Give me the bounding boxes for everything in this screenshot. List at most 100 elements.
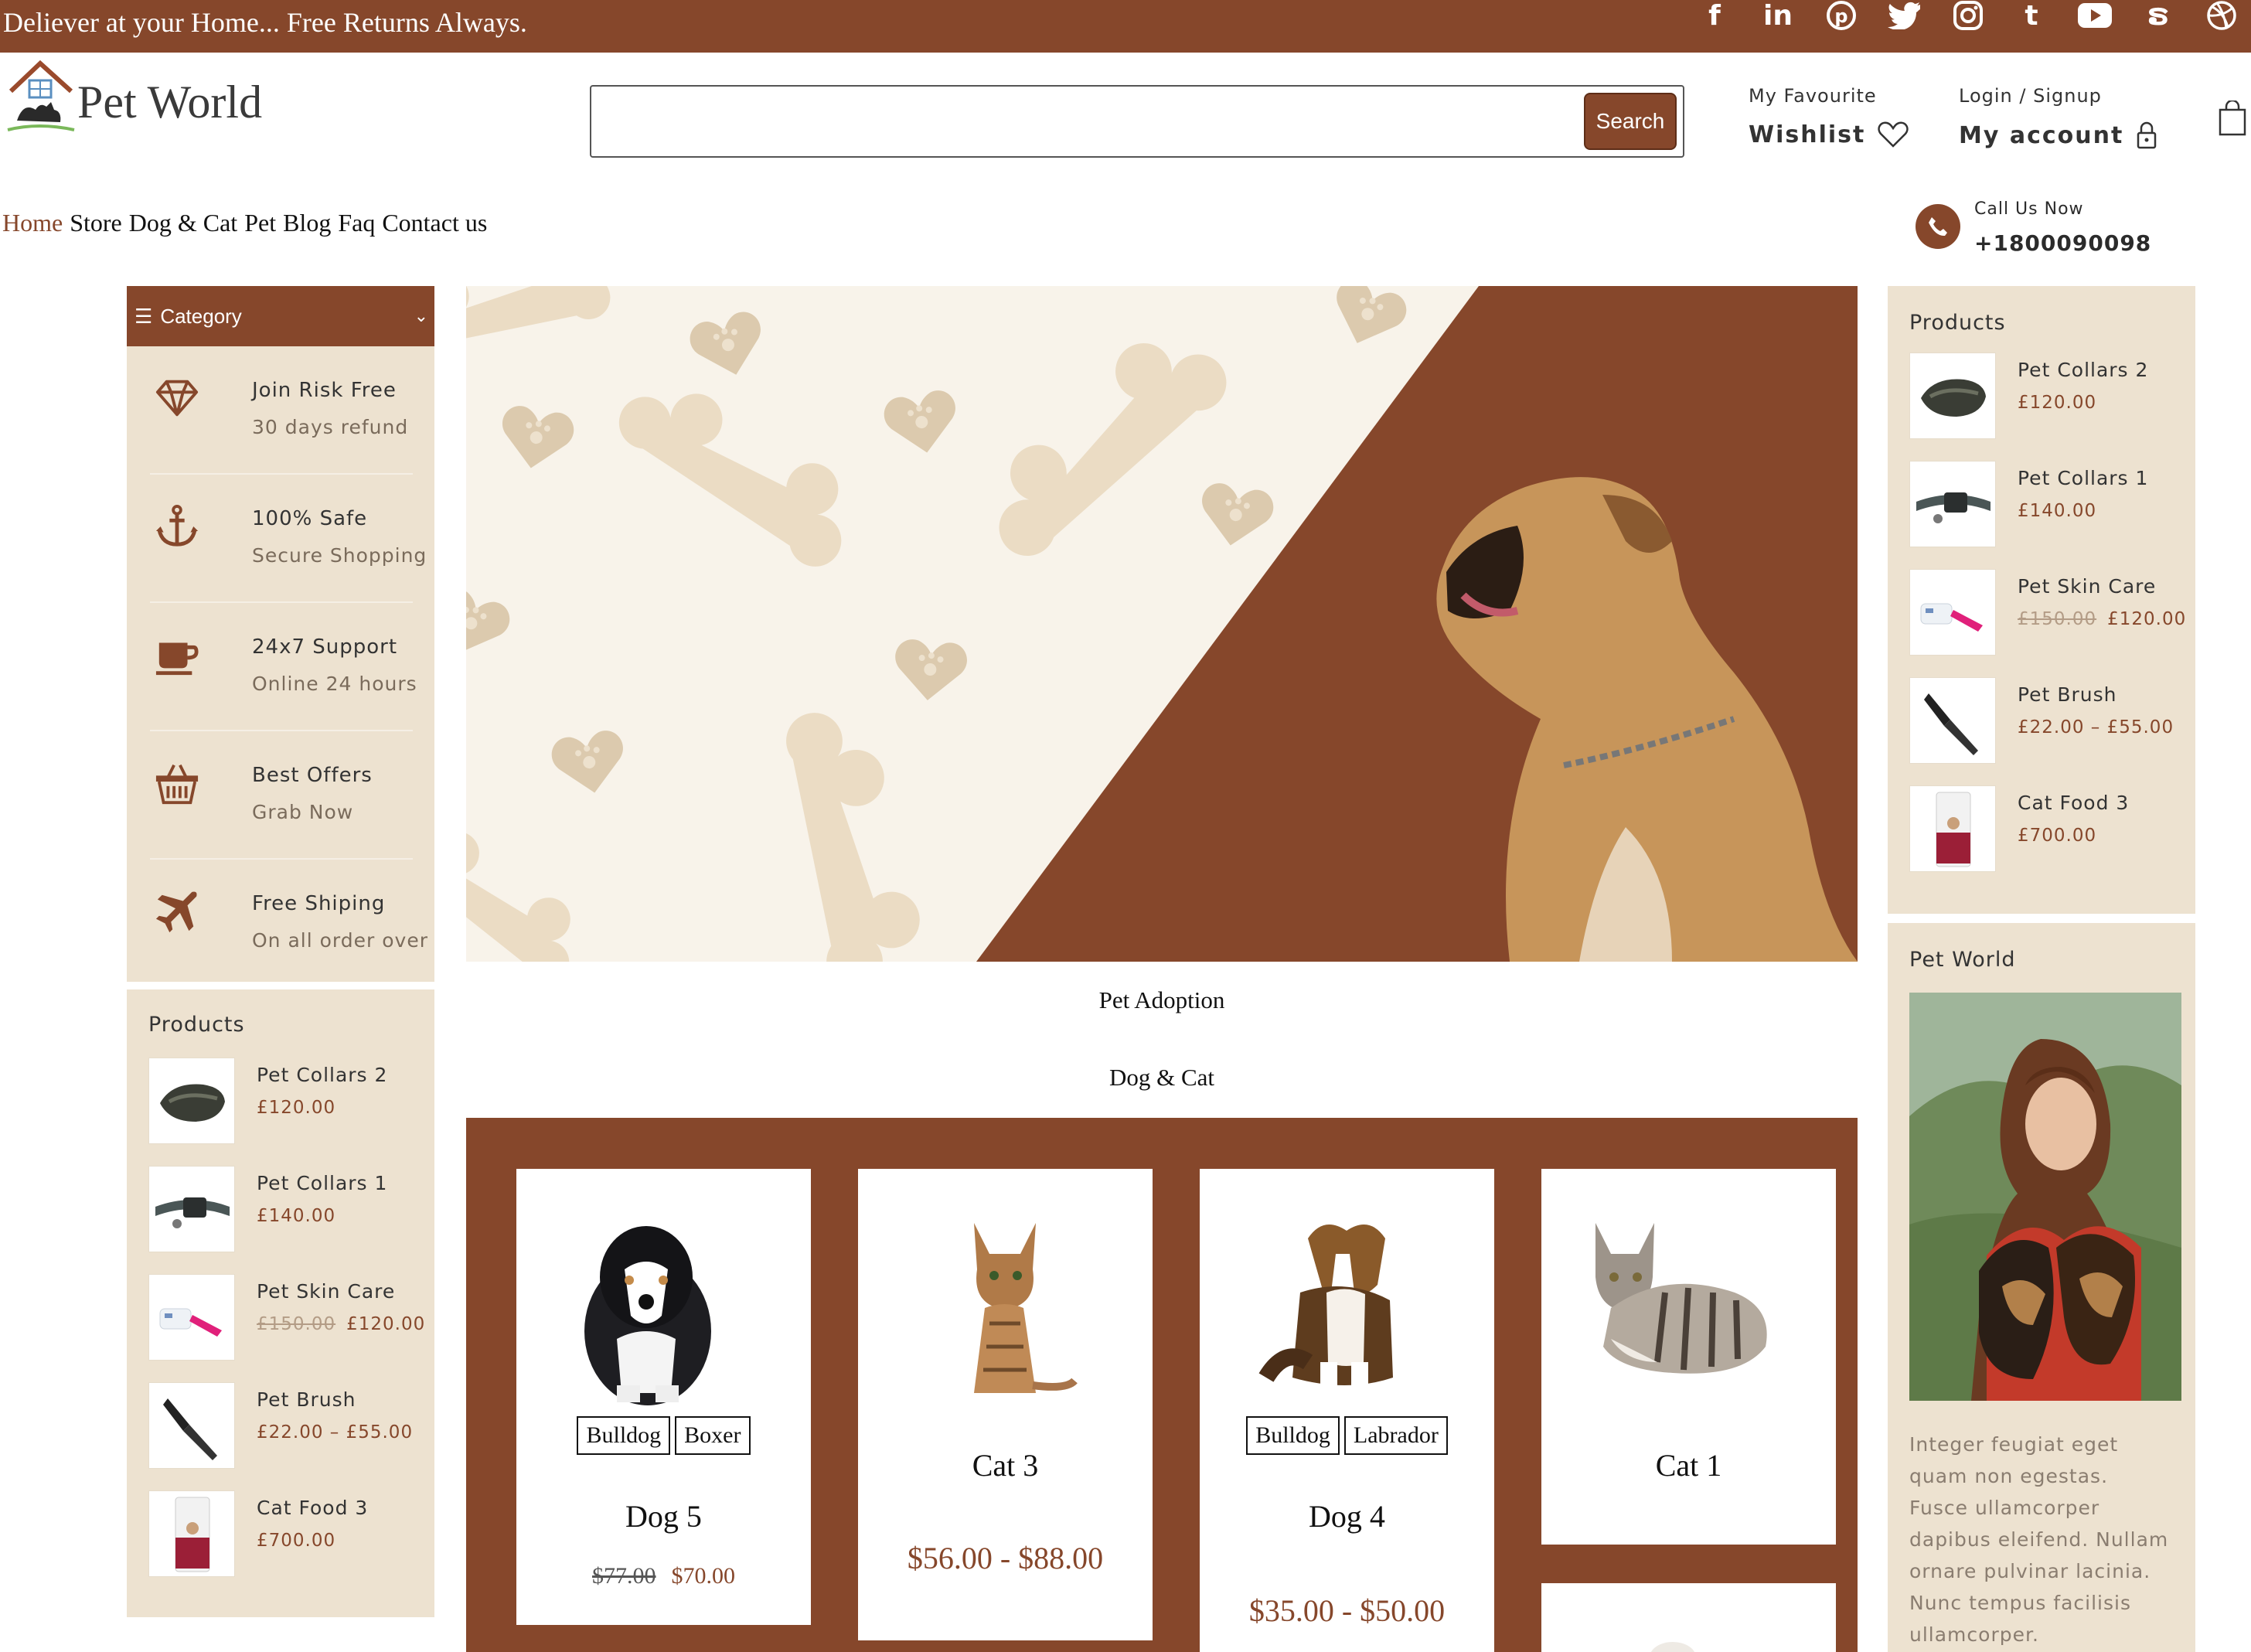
card-price: $56.00 - $88.00	[907, 1541, 1104, 1575]
product-name[interactable]: Pet Skin Care	[257, 1280, 395, 1303]
cat-1-image[interactable]	[1541, 1207, 1836, 1385]
product-thumb[interactable]	[148, 1274, 235, 1361]
products-widget-right: Products Pet Collars 2 £120.00 Pet Colla…	[1888, 286, 2195, 914]
nav-home[interactable]: Home	[2, 209, 63, 237]
product-thumb[interactable]	[148, 1166, 235, 1252]
section-title-dog-cat: Dog & Cat	[1108, 1064, 1215, 1091]
cat-3-image[interactable]	[858, 1207, 1153, 1408]
product-name[interactable]: Cat Food 3	[2018, 792, 2129, 814]
product-item[interactable]: Pet Collars 2 £120.00	[1909, 353, 2172, 439]
product-name[interactable]: Cat Food 3	[257, 1497, 368, 1519]
feature-subtitle: 30 days refund	[252, 416, 409, 438]
product-item[interactable]: Pet Brush £22.00 – £55.00	[148, 1382, 414, 1469]
product-item[interactable]: Cat Food 3 £700.00	[148, 1490, 411, 1577]
card-title[interactable]: Dog 4	[1200, 1498, 1494, 1534]
facebook-icon[interactable]: f	[1693, 0, 1736, 32]
product-item[interactable]: Pet Brush £22.00 – £55.00	[1909, 677, 2174, 764]
product-item[interactable]: Pet Collars 1 £140.00	[148, 1166, 411, 1252]
wishlist-small-label: My Favourite	[1749, 85, 1877, 107]
card-title[interactable]: Cat 1	[1541, 1447, 1836, 1483]
tumblr-icon[interactable]: t	[2010, 0, 2053, 32]
product-name[interactable]: Pet Collars 1	[257, 1172, 387, 1194]
product-name[interactable]: Pet Skin Care	[2018, 575, 2156, 598]
section-title-adoption: Pet Adoption	[1098, 986, 1225, 1013]
product-thumb[interactable]	[1909, 569, 1996, 656]
main-nav: Home Store Dog & Cat Pet Blog Faq Contac…	[2, 209, 487, 237]
account-label: My account	[1959, 121, 2124, 149]
features-panel: Join Risk Free 30 days refund 100% Safe …	[127, 346, 434, 982]
card-title[interactable]: Cat 3	[858, 1447, 1153, 1483]
product-item[interactable]: Cat Food 3 £700.00	[1909, 785, 2172, 872]
dribbble-icon[interactable]	[2200, 0, 2243, 31]
product-thumb[interactable]	[1909, 785, 1996, 872]
cart-icon[interactable]	[2219, 100, 2246, 136]
feature-title: Join Risk Free	[252, 379, 397, 402]
product-card-cat-1[interactable]: Cat 1	[1541, 1169, 1836, 1545]
tag-bulldog[interactable]: Bulldog	[577, 1416, 671, 1455]
product-item[interactable]: Pet Collars 1 £140.00	[1909, 461, 2172, 547]
wishlist-link[interactable]: My Favourite Wishlist	[1749, 85, 1909, 148]
nav-contact[interactable]: Contact us	[382, 209, 487, 237]
product-sale-price: £120.00	[2107, 609, 2187, 629]
product-card-dog-4[interactable]: Bulldog Labrador Dog 4 $35.00 - $50.00	[1200, 1169, 1494, 1652]
product-price: £150.00 £120.00	[257, 1314, 425, 1334]
pinterest-icon[interactable]: p	[1820, 0, 1863, 31]
product-name[interactable]: Pet Collars 1	[2018, 467, 2148, 489]
basket-icon	[155, 764, 199, 805]
product-price: £700.00	[2018, 826, 2097, 846]
product-thumb[interactable]	[148, 1382, 235, 1469]
product-card-dog-5[interactable]: Bulldog Boxer Dog 5 $77.00 $70.00	[516, 1169, 811, 1625]
product-name[interactable]: Pet Brush	[2018, 683, 2116, 706]
account-link[interactable]: Login / Signup My account	[1959, 85, 2157, 150]
menu-icon: ☰	[135, 304, 153, 328]
products-widget-title: Products	[1909, 311, 2006, 335]
category-label: Category	[160, 304, 242, 328]
stumbleupon-icon[interactable]: ຣ	[2137, 0, 2180, 32]
product-item[interactable]: Pet Skin Care £150.00 £120.00	[1909, 569, 2185, 656]
product-card-partial[interactable]	[1541, 1583, 1836, 1652]
site-logo[interactable]: Pet World	[6, 59, 284, 139]
hero-illustration	[466, 286, 1858, 962]
product-item[interactable]: Pet Skin Care £150.00 £120.00	[148, 1274, 424, 1361]
nav-store[interactable]: Store	[70, 209, 122, 237]
product-thumb[interactable]	[148, 1490, 235, 1577]
category-dropdown[interactable]: ☰ Category ⌄	[127, 286, 434, 346]
feature-title: 24x7 Support	[252, 635, 398, 659]
product-thumb[interactable]	[1909, 677, 1996, 764]
tag-bulldog[interactable]: Bulldog	[1246, 1416, 1340, 1455]
search-button[interactable]: Search	[1584, 93, 1677, 150]
tag-labrador[interactable]: Labrador	[1343, 1416, 1448, 1455]
feature-subtitle: Secure Shopping	[252, 544, 427, 567]
product-card-cat-3[interactable]: Cat 3 $56.00 - $88.00	[858, 1169, 1153, 1640]
nav-blog[interactable]: Blog	[283, 209, 331, 237]
product-thumb[interactable]	[1909, 353, 1996, 439]
tag-boxer[interactable]: Boxer	[675, 1416, 751, 1455]
nav-pet[interactable]: Pet	[244, 209, 276, 237]
linkedin-icon[interactable]: in	[1756, 0, 1800, 32]
product-thumb[interactable]	[1909, 461, 1996, 547]
product-price: £22.00 – £55.00	[2018, 717, 2174, 737]
product-name[interactable]: Pet Collars 2	[2018, 359, 2148, 381]
dog-5-image[interactable]	[516, 1200, 811, 1408]
card-tags: Bulldog Labrador	[1200, 1416, 1494, 1455]
nav-dog-cat[interactable]: Dog & Cat	[129, 209, 237, 237]
heart-icon	[1878, 121, 1909, 148]
card-title[interactable]: Dog 5	[516, 1498, 811, 1534]
search-input[interactable]	[596, 91, 1547, 152]
product-name[interactable]: Pet Brush	[257, 1388, 356, 1411]
product-item[interactable]: Pet Collars 2 £120.00	[148, 1058, 411, 1144]
hero-banner[interactable]	[466, 286, 1858, 962]
product-sale-price: £120.00	[346, 1314, 426, 1334]
product-name[interactable]: Pet Collars 2	[257, 1064, 387, 1086]
dog-4-image[interactable]	[1200, 1207, 1494, 1408]
product-price: £22.00 – £55.00	[257, 1422, 414, 1443]
feature-item: Join Risk Free 30 days refund	[150, 346, 413, 475]
feature-title: 100% Safe	[252, 507, 368, 530]
feature-title: Best Offers	[252, 764, 373, 787]
youtube-icon[interactable]	[2073, 0, 2116, 31]
nav-faq[interactable]: Faq	[338, 209, 375, 237]
instagram-icon[interactable]	[1946, 0, 1990, 31]
twitter-icon[interactable]	[1883, 0, 1926, 31]
product-thumb[interactable]	[148, 1058, 235, 1144]
anchor-icon	[155, 504, 199, 547]
